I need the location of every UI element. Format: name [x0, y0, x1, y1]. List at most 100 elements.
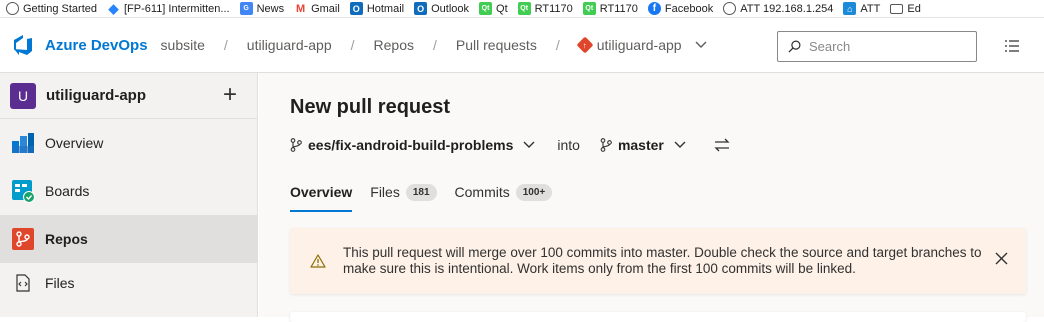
bookmark-facebook[interactable]: f Facebook	[642, 0, 717, 17]
tab-commits[interactable]: Commits 100+	[455, 178, 553, 206]
breadcrumb-repos[interactable]: Repos	[374, 37, 414, 53]
breadcrumb-org[interactable]: subsite	[161, 37, 205, 53]
settings-list-icon[interactable]	[1004, 39, 1020, 53]
folder-icon	[890, 3, 904, 14]
search-input[interactable]	[809, 39, 969, 54]
search-icon	[788, 40, 801, 53]
swap-branches-icon[interactable]	[714, 138, 730, 152]
repo-selector[interactable]: ↑ utiliguard-app	[576, 36, 707, 54]
tab-label: Commits	[454, 184, 510, 200]
bookmark-jira[interactable]: ◆ [FP-611] Intermitten...	[101, 0, 234, 17]
project-avatar: U	[10, 82, 36, 109]
repo-selector-label: utiliguard-app	[596, 37, 682, 53]
bookmark-gmail[interactable]: M Gmail	[288, 0, 344, 17]
warning-banner: This pull request will merge over 100 co…	[290, 228, 1026, 294]
boards-icon	[10, 178, 36, 204]
warning-message: This pull request will merge over 100 co…	[343, 245, 982, 276]
sidebar-item-repos[interactable]: Repos	[0, 215, 257, 263]
qt-icon: Qt	[479, 2, 493, 15]
globe-icon	[723, 2, 737, 15]
outlook-icon: O	[349, 2, 363, 15]
bookmark-label: Qt	[496, 2, 508, 15]
att-icon: ⌂	[843, 2, 857, 15]
source-branch-label: ees/fix-android-build-problems	[308, 137, 514, 153]
bookmark-label: Getting Started	[23, 2, 97, 15]
bookmark-label: RT1170	[599, 2, 638, 15]
left-sidebar: U utiliguard-app + Overview Boards Repos…	[0, 73, 258, 317]
warning-icon	[310, 254, 326, 268]
bookmark-label: [FP-611] Intermitten...	[124, 2, 230, 15]
sidebar-item-label: Files	[45, 275, 75, 291]
tab-overview[interactable]: Overview	[290, 178, 353, 212]
breadcrumb: subsite / utiliguard-app / Repos / Pull …	[161, 36, 707, 54]
bookmarks-bar: Getting Started ◆ [FP-611] Intermitten..…	[0, 0, 1044, 18]
branch-selector-row: ees/fix-android-build-problems into mast…	[290, 137, 730, 153]
bookmark-label: Outlook	[431, 2, 470, 15]
breadcrumb-separator: /	[555, 37, 560, 53]
chevron-down-icon	[674, 141, 686, 148]
bookmark-news[interactable]: G News	[234, 0, 289, 17]
target-branch-label: master	[617, 137, 664, 153]
add-icon[interactable]: +	[223, 83, 237, 107]
close-icon[interactable]	[995, 252, 1008, 265]
bookmark-rt1170-2[interactable]: Qt RT1170	[577, 0, 642, 17]
main-content: New pull request ees/fix-android-build-p…	[259, 73, 1044, 322]
bookmark-label: RT1170	[534, 2, 573, 15]
product-name: Azure DevOps	[45, 36, 148, 54]
files-count-badge: 181	[405, 183, 437, 201]
breadcrumb-project[interactable]: utiliguard-app	[247, 37, 332, 53]
pr-details-card	[290, 312, 1026, 322]
bookmark-label: ATT 192.168.1.254	[740, 2, 834, 15]
source-branch-dropdown[interactable]: ees/fix-android-build-problems	[290, 137, 535, 153]
jira-icon: ◆	[108, 0, 119, 16]
sidebar-item-overview[interactable]: Overview	[0, 119, 257, 167]
bookmark-label: News	[256, 2, 285, 15]
azure-devops-logo[interactable]: Azure DevOps	[11, 34, 148, 56]
tab-label: Overview	[290, 184, 353, 200]
bookmark-label: Facebook	[664, 2, 714, 15]
breadcrumb-separator: /	[350, 37, 355, 53]
bookmark-label: Ed	[907, 2, 921, 15]
pr-tabs: Overview Files 181 Commits 100+	[290, 178, 570, 212]
top-header: Azure DevOps subsite / utiliguard-app / …	[0, 18, 1044, 73]
commits-count-badge: 100+	[515, 183, 553, 201]
sidebar-item-label: Repos	[45, 231, 88, 247]
bookmark-outlook[interactable]: O Outlook	[408, 0, 473, 17]
branch-icon	[600, 138, 612, 152]
sidebar-item-files[interactable]: Files	[0, 263, 257, 303]
breadcrumb-pull-requests[interactable]: Pull requests	[456, 37, 537, 53]
chevron-down-icon	[523, 141, 535, 148]
project-name: utiliguard-app	[46, 87, 146, 104]
outlook-icon: O	[414, 2, 428, 15]
sidebar-item-label: Overview	[45, 135, 104, 151]
branch-icon	[290, 138, 302, 152]
tab-label: Files	[370, 184, 400, 200]
bookmark-att-router[interactable]: ATT 192.168.1.254	[717, 0, 837, 17]
bookmark-label: Hotmail	[366, 2, 405, 15]
sidebar-item-boards[interactable]: Boards	[0, 167, 257, 215]
search-box[interactable]	[777, 31, 977, 62]
bookmark-folder-ed[interactable]: Ed	[884, 0, 924, 17]
project-header[interactable]: U utiliguard-app +	[0, 73, 257, 119]
bookmark-getting-started[interactable]: Getting Started	[0, 0, 101, 17]
breadcrumb-separator: /	[433, 37, 437, 53]
target-branch-dropdown[interactable]: master	[600, 137, 686, 153]
bookmark-label: Gmail	[311, 2, 340, 15]
tab-files[interactable]: Files 181	[370, 178, 437, 206]
azure-devops-icon	[11, 34, 33, 56]
facebook-icon: f	[647, 2, 661, 15]
into-label: into	[557, 137, 580, 153]
bookmark-att[interactable]: ⌂ ATT	[837, 0, 884, 17]
gmail-icon: M	[295, 2, 306, 15]
bookmark-hotmail[interactable]: O Hotmail	[344, 0, 408, 17]
bookmark-rt1170[interactable]: Qt RT1170	[512, 0, 577, 17]
bookmark-qt[interactable]: Qt Qt	[473, 0, 512, 17]
globe-icon	[6, 2, 19, 15]
google-news-icon: G	[239, 2, 253, 15]
qt-icon: Qt	[517, 2, 531, 15]
files-icon	[10, 270, 36, 296]
page-title: New pull request	[290, 96, 451, 118]
breadcrumb-separator: /	[223, 37, 228, 53]
qt-icon: Qt	[582, 2, 596, 15]
git-repo-icon: ↑	[576, 36, 594, 54]
